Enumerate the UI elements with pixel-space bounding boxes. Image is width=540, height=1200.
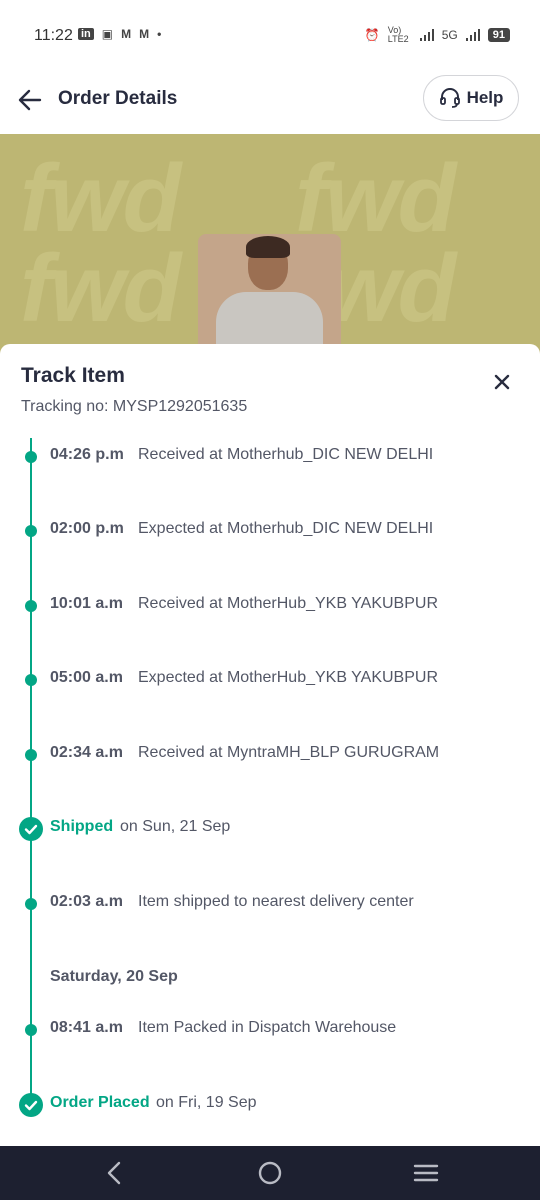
event-time: 05:00 a.m bbox=[50, 669, 123, 686]
timeline-event: 08:41 a.m Item Packed in Dispatch Wareho… bbox=[0, 1015, 540, 1045]
order-placed-date: on Fri, 19 Sep bbox=[156, 1094, 257, 1111]
system-icons: ⏰ Vo) LTE2 5G 91 bbox=[365, 26, 510, 44]
timeline-dot bbox=[25, 600, 37, 612]
nav-back-button[interactable] bbox=[100, 1159, 128, 1187]
event-time: 08:41 a.m bbox=[50, 1019, 123, 1036]
event-description: Item shipped to nearest delivery center bbox=[138, 893, 414, 910]
order-placed-milestone: Order Placed on Fri, 19 Sep bbox=[0, 1090, 540, 1120]
check-circle-icon bbox=[19, 817, 43, 841]
tracking-number: Tracking no: MYSP1292051635 bbox=[21, 398, 248, 415]
status-bar: 11:22 in ▣ M M • ⏰ Vo) LTE2 5G 91 bbox=[0, 0, 540, 72]
timeline-dot bbox=[25, 1024, 37, 1036]
chevron-left-icon bbox=[107, 1161, 121, 1185]
arrow-left-icon bbox=[18, 89, 42, 111]
notification-icons: in ▣ M M • bbox=[78, 27, 161, 41]
event-description: Received at MyntraMH_BLP GURUGRAM bbox=[138, 744, 440, 761]
event-time: 10:01 a.m bbox=[50, 595, 123, 612]
track-item-sheet: Track Item Tracking no: MYSP1292051635 0… bbox=[0, 344, 540, 1146]
image-icon: ▣ bbox=[101, 27, 114, 41]
linkedin-icon: in bbox=[78, 28, 94, 40]
event-description: Expected at Motherhub_DIC NEW DELHI bbox=[138, 520, 434, 537]
timeline-event: 02:03 a.m Item shipped to nearest delive… bbox=[0, 889, 540, 919]
shipped-status: Shipped bbox=[50, 818, 114, 835]
help-label: Help bbox=[466, 88, 504, 107]
myntra-icon: M bbox=[139, 27, 150, 41]
event-time: 02:03 a.m bbox=[50, 893, 123, 910]
order-placed-status: Order Placed bbox=[50, 1094, 150, 1111]
battery-icon: 91 bbox=[487, 28, 510, 42]
circle-icon bbox=[258, 1161, 282, 1185]
event-description: Expected at MotherHub_YKB YAKUBPUR bbox=[138, 669, 438, 686]
day-header: Saturday, 20 Sep bbox=[50, 968, 178, 985]
page-title: Order Details bbox=[58, 88, 178, 109]
menu-icon bbox=[413, 1164, 439, 1182]
system-nav-bar bbox=[0, 1146, 540, 1200]
shipped-milestone: Shipped on Sun, 21 Sep bbox=[0, 814, 540, 844]
myntra-icon: M bbox=[121, 27, 132, 41]
dot-icon: • bbox=[157, 27, 162, 41]
signal-icon bbox=[419, 29, 434, 41]
event-time: 04:26 p.m bbox=[50, 446, 124, 463]
event-time: 02:00 p.m bbox=[50, 520, 124, 537]
banner-watermark: fwd bbox=[20, 235, 181, 342]
status-time: 11:22 bbox=[34, 27, 73, 44]
close-icon bbox=[494, 374, 510, 390]
timeline-dot bbox=[25, 898, 37, 910]
timeline-event: 10:01 a.m Received at MotherHub_YKB YAKU… bbox=[0, 591, 540, 621]
timeline-dot bbox=[25, 674, 37, 686]
alarm-icon: ⏰ bbox=[364, 28, 380, 42]
help-button[interactable]: Help bbox=[423, 75, 519, 121]
sheet-title: Track Item bbox=[21, 364, 125, 387]
timeline-event: 02:34 a.m Received at MyntraMH_BLP GURUG… bbox=[0, 740, 540, 770]
event-description: Received at Motherhub_DIC NEW DELHI bbox=[138, 446, 434, 463]
event-time: 02:34 a.m bbox=[50, 744, 123, 761]
nav-recents-button[interactable] bbox=[412, 1159, 440, 1187]
timeline-dot bbox=[25, 451, 37, 463]
network-label: Vo) LTE2 bbox=[387, 25, 409, 44]
timeline-event: 02:00 p.m Expected at Motherhub_DIC NEW … bbox=[0, 516, 540, 546]
shipped-date: on Sun, 21 Sep bbox=[120, 818, 231, 835]
network-type: 5G bbox=[441, 28, 458, 42]
event-description: Item Packed in Dispatch Warehouse bbox=[138, 1019, 397, 1036]
timeline-dot bbox=[25, 525, 37, 537]
back-button[interactable] bbox=[16, 86, 44, 114]
app-header: Order Details Help bbox=[0, 72, 540, 134]
signal-icon bbox=[465, 29, 480, 41]
timeline-event: 04:26 p.m Received at Motherhub_DIC NEW … bbox=[0, 442, 540, 472]
nav-home-button[interactable] bbox=[256, 1159, 284, 1187]
headset-icon bbox=[439, 88, 460, 108]
check-circle-icon bbox=[19, 1093, 43, 1117]
event-description: Received at MotherHub_YKB YAKUBPUR bbox=[138, 595, 438, 612]
product-banner: fwd fwd fwd fwd bbox=[0, 134, 540, 364]
timeline-event: 05:00 a.m Expected at MotherHub_YKB YAKU… bbox=[0, 665, 540, 695]
close-button[interactable] bbox=[490, 370, 514, 394]
timeline-dot bbox=[25, 749, 37, 761]
